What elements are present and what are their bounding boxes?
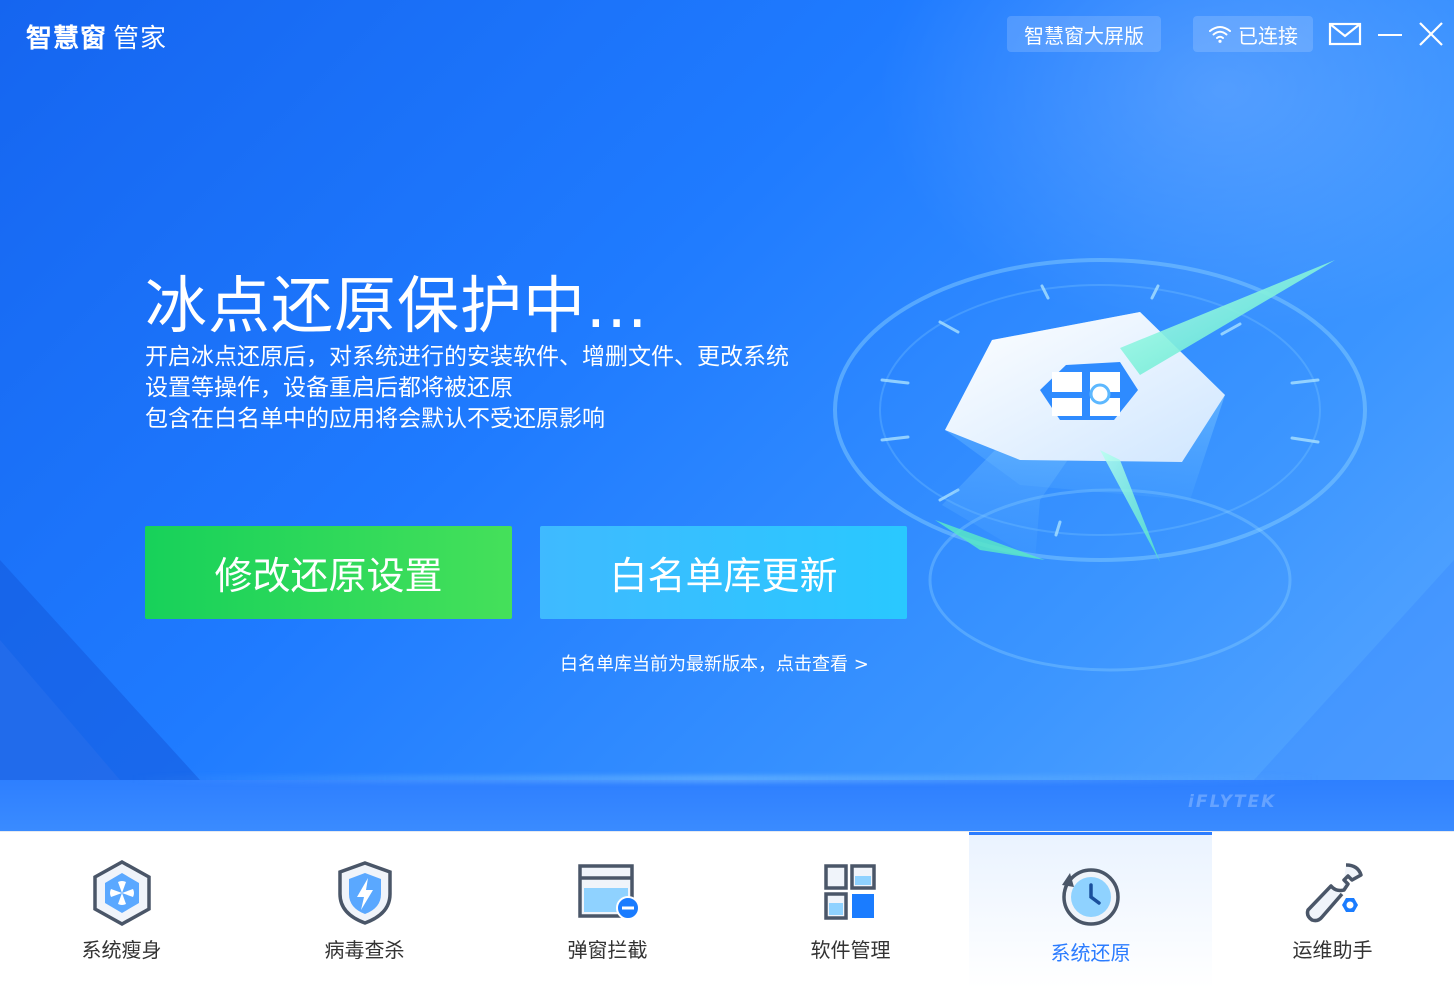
description: 开启冰点还原后，对系统进行的安装软件、增删文件、更改系统 设置等操作，设备重启后… (145, 342, 789, 435)
modify-button-label: 修改还原设置 (214, 554, 443, 598)
whitelist-button-label: 白名单库更新 (609, 554, 838, 598)
freeze-restore-illustration (833, 258, 1367, 672)
bigscreen-button[interactable]: 智慧窗大屏版 (1007, 16, 1161, 52)
tab-label: 系统还原 (1050, 941, 1131, 965)
tab-label: 运维助手 (1292, 938, 1373, 962)
bottom-tab-bar: 系统瘦身 病毒查杀 弹窗拦截 软件管理 系统还原 运维助手 (0, 831, 1454, 987)
tab-popup-block[interactable]: 弹窗拦截 (486, 832, 729, 987)
tab-label: 病毒查杀 (324, 938, 405, 962)
apps-grid-icon (823, 864, 876, 920)
wrench-icon (1305, 863, 1363, 923)
hero-panel: 智慧窗 管家 智慧窗大屏版 已连接 冰点还原保护中... 开启冰点还原后，对系统进… (0, 0, 1454, 831)
brand-main: 智慧窗 (26, 24, 108, 54)
wifi-label: 已连接 (1238, 23, 1298, 48)
hero-floor-glow (130, 775, 1320, 783)
bigscreen-label: 智慧窗大屏版 (1024, 23, 1144, 48)
modify-restore-settings-button[interactable]: 修改还原设置 (145, 526, 512, 619)
tab-ops-assistant[interactable]: 运维助手 (1211, 832, 1454, 987)
description-line-3: 包含在白名单中的应用将会默认不受还原影响 (145, 406, 605, 432)
tab-label: 系统瘦身 (81, 938, 162, 962)
tab-software-manage[interactable]: 软件管理 (729, 832, 972, 987)
tab-system-restore[interactable]: 系统还原 (969, 832, 1212, 987)
description-line-2: 设置等操作，设备重启后都将被还原 (145, 375, 513, 401)
tab-label: 弹窗拦截 (567, 938, 648, 962)
app-logo: 智慧窗 管家 (26, 18, 167, 55)
slim-icon (92, 860, 151, 926)
description-line-1: 开启冰点还原后，对系统进行的安装软件、增删文件、更改系统 (145, 344, 789, 370)
tab-virus-scan[interactable]: 病毒查杀 (243, 832, 486, 987)
minimize-icon[interactable] (1376, 18, 1410, 50)
restore-clock-icon (1061, 868, 1120, 926)
tab-label: 软件管理 (810, 938, 891, 962)
tab-system-slim[interactable]: 系统瘦身 (0, 832, 243, 987)
decor-mountain-left-2 (0, 640, 120, 780)
brand-sub: 管家 (113, 24, 168, 54)
close-icon[interactable] (1415, 18, 1449, 50)
iflytek-watermark: iFLYTEK (1188, 792, 1277, 812)
page-title: 冰点还原保护中... (145, 269, 649, 342)
wifi-icon (1209, 26, 1231, 43)
shield-bolt-icon (337, 861, 392, 925)
wifi-status-button[interactable]: 已连接 (1193, 16, 1313, 52)
mail-icon[interactable] (1328, 18, 1362, 50)
popup-block-icon (577, 864, 640, 920)
